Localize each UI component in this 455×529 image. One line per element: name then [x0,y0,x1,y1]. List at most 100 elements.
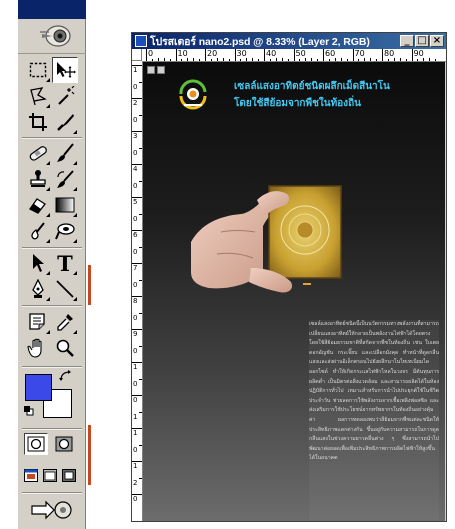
bandage-icon [29,146,47,161]
photoshop-eye-logo-icon[interactable] [40,23,72,49]
type-tool[interactable]: T [52,250,78,276]
screen-mode-standard-button[interactable] [22,466,40,484]
submenu-corner-icon [46,271,50,275]
quick-mask-icon [55,436,73,452]
ruler-minor-tick [187,58,189,61]
quick-mask-button[interactable] [52,433,76,455]
submenu-corner-icon [46,213,50,217]
ruler-major-tick [382,49,383,61]
ruler-minor-tick [387,59,389,61]
dodge-tool[interactable] [52,218,78,244]
swap-colors-icon[interactable] [59,370,73,382]
clone-stamp-tool[interactable] [25,166,51,192]
ruler-minor-tick [246,58,248,61]
horizontal-ruler[interactable]: 0 10 20 30 40 50 60 70 80 90 [142,49,446,62]
poster-heading-line2: โดยใช้สีย้อมจากพืชในท้องถิ่น [234,98,361,109]
ruler-label: 3 [133,132,138,140]
ruler-minor-tick [346,59,348,61]
zoom-tool[interactable] [52,335,78,361]
ruler-major-tick [139,147,142,149]
ruler-major-tick [411,49,413,61]
ruler-major-tick [139,81,142,83]
tools-palette-titlebar[interactable] [18,0,86,19]
submenu-corner-icon [46,161,50,165]
ruler-major-tick [139,246,142,248]
ruler-minor-tick [228,59,230,61]
gradient-tool[interactable] [52,192,78,218]
healing-brush-tool[interactable] [25,140,51,166]
magic-wand-icon [58,86,75,105]
slice-tool[interactable] [52,109,78,135]
submenu-corner-icon [46,330,50,334]
hand-holding-solar-cell-photo [191,185,342,293]
document-window: โปรสเตอร์ nano2.psd @ 8.33% (Layer 2, RG… [131,32,447,522]
minimize-button[interactable]: _ [400,35,414,47]
standard-mode-icon [27,436,45,452]
ruler-label: 0 [133,346,138,355]
close-button[interactable]: × [430,35,444,47]
ruler-major-tick [139,114,142,116]
ruler-minor-tick [181,59,183,61]
document-canvas[interactable]: เซลล์แสงอาทิตย์ชนิดผลึกเม็ดสีนาโน โดยใช้… [143,62,445,521]
foreground-color-swatch[interactable] [25,374,52,401]
eraser-icon [29,198,46,214]
notes-tool[interactable] [25,309,51,335]
lasso-tool[interactable] [25,83,51,109]
move-tool[interactable] [52,57,78,83]
blur-drop-icon [31,222,45,240]
brush-tool[interactable] [52,140,78,166]
ruler-label: 2 [133,99,138,107]
ruler-major-tick [175,49,177,61]
ruler-major-tick [139,345,142,347]
line-icon [56,280,74,298]
arrow-select-icon [33,254,44,272]
hand-tool[interactable] [25,335,51,361]
ruler-major-tick [234,49,236,61]
eraser-tool[interactable] [25,192,51,218]
pen-tool[interactable] [25,276,51,302]
ruler-label: 90 [413,49,424,58]
ruler-minor-tick [393,58,395,61]
notes-icon [29,313,45,330]
gradient-icon [55,197,75,213]
poster-body-text: เซลล์แสงอาทิตย์ชนิดนี้เป็นนวัตกรรมทางพลั… [309,320,439,520]
ruler-minor-tick [157,58,159,61]
default-colors-icon[interactable] [23,405,34,416]
vertical-ruler[interactable]: 1 0 2 0 3 0 4 0 5 0 6 0 7 0 8 0 9 0 1 0 0 1 1 0 1 2 0 [132,61,143,521]
ruler-major-tick [264,49,265,61]
ruler-minor-tick [287,59,289,61]
screen-mode-full-button[interactable] [60,466,78,484]
magnifier-icon [56,339,74,357]
ruler-origin[interactable] [132,49,142,61]
line-tool[interactable] [52,276,78,302]
blur-tool[interactable] [25,218,51,244]
maximize-button[interactable]: □ [415,35,429,47]
rectangular-marquee-tool[interactable] [25,57,51,83]
ruler-label: 2 [133,478,138,487]
ruler-label: 1 [133,462,138,470]
path-selection-tool[interactable] [25,250,51,276]
magic-wand-tool[interactable] [52,83,78,109]
ruler-label: 0 [133,313,138,322]
jump-to-imageready-button[interactable] [28,497,76,523]
tools-separator [22,247,82,249]
ruler-minor-tick [399,58,401,61]
ruler-minor-tick [317,59,319,61]
slice-knife-icon [57,114,74,131]
ruler-minor-tick [299,59,301,61]
ruler-minor-tick [334,58,336,61]
ruler-minor-tick [163,58,165,61]
history-brush-tool[interactable] [52,166,78,192]
screen-mode-full-menu-button[interactable] [41,466,59,484]
standard-mode-button[interactable] [24,433,48,455]
eyedropper-tool[interactable] [52,309,78,335]
type-icon: T [57,250,73,276]
eyedropper-icon [57,314,73,331]
project-logo [179,79,207,110]
document-titlebar[interactable]: โปรสเตอร์ nano2.psd @ 8.33% (Layer 2, RG… [132,33,446,49]
submenu-corner-icon [73,161,77,165]
crop-tool[interactable] [25,109,51,135]
ruler-label: 5 [133,198,138,206]
tools-palette: T [18,0,86,529]
ruler-major-tick [139,279,142,281]
